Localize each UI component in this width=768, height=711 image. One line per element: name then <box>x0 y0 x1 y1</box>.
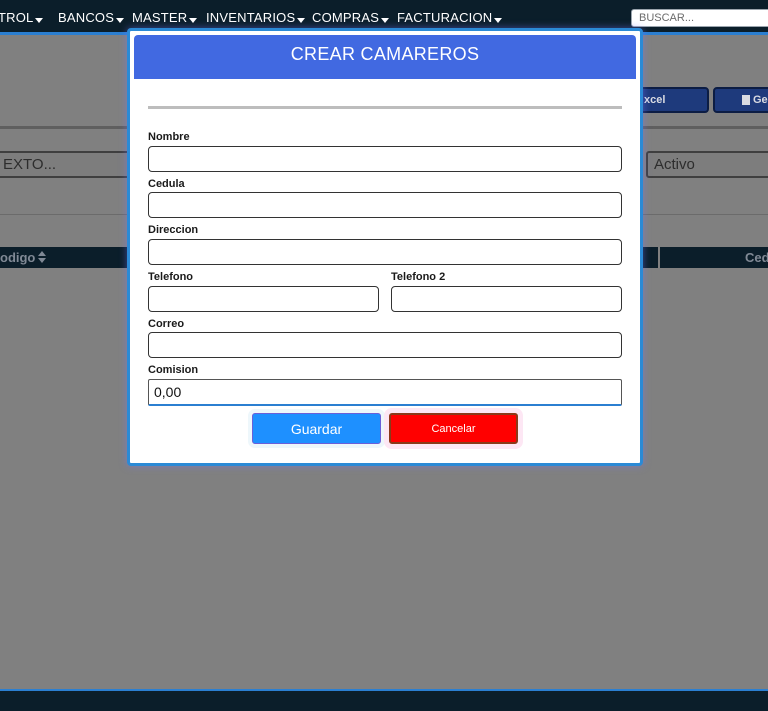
direccion-label: Direccion <box>148 224 199 236</box>
status-filter-select[interactable]: Activo <box>646 151 768 178</box>
comision-label: Comision <box>148 364 199 376</box>
nav-item-compras[interactable]: COMPRAS <box>312 10 390 26</box>
create-waiter-modal: CREAR CAMAREROS Nombre Cedula Direccion … <box>127 28 643 466</box>
column-header-codigo[interactable]: odigo <box>0 247 131 268</box>
nav-item-inventarios[interactable]: INVENTARIOS <box>206 10 306 26</box>
correo-label: Correo <box>148 318 185 330</box>
cedula-label: Cedula <box>148 178 185 190</box>
nav-search-input[interactable] <box>631 9 768 27</box>
save-button[interactable]: Guardar <box>252 413 381 444</box>
caret-down-icon <box>494 18 503 23</box>
column-header-cedula[interactable]: Ced <box>660 247 768 268</box>
nombre-input[interactable] <box>148 146 622 172</box>
generate-button[interactable]: Ge <box>713 87 768 113</box>
telefono-input[interactable] <box>148 286 379 312</box>
comision-input[interactable] <box>148 379 622 406</box>
document-icon <box>742 95 750 105</box>
telefono-label: Telefono <box>148 271 194 283</box>
export-excel-button[interactable]: xcel <box>636 87 709 113</box>
background-search-field[interactable]: EXTO... <box>0 151 131 178</box>
caret-down-icon <box>381 18 390 23</box>
sort-icon <box>38 251 47 263</box>
correo-input[interactable] <box>148 332 622 358</box>
cedula-input[interactable] <box>148 192 622 218</box>
caret-down-icon <box>116 18 125 23</box>
telefono2-input[interactable] <box>391 286 622 312</box>
caret-down-icon <box>35 18 44 23</box>
page-footer <box>0 689 768 711</box>
nombre-label: Nombre <box>148 131 190 143</box>
column-header-blank <box>643 247 658 268</box>
nav-item-master[interactable]: MASTER <box>132 10 198 26</box>
nav-item-control[interactable]: TROL <box>0 10 44 26</box>
nav-item-facturacion[interactable]: FACTURACION <box>397 10 503 26</box>
modal-title: CREAR CAMAREROS <box>134 35 636 79</box>
telefono2-label: Telefono 2 <box>391 271 446 283</box>
nav-item-bancos[interactable]: BANCOS <box>58 10 125 26</box>
modal-separator <box>148 106 622 109</box>
caret-down-icon <box>297 18 306 23</box>
direccion-input[interactable] <box>148 239 622 265</box>
cancel-button[interactable]: Cancelar <box>389 413 518 444</box>
caret-down-icon <box>189 18 198 23</box>
